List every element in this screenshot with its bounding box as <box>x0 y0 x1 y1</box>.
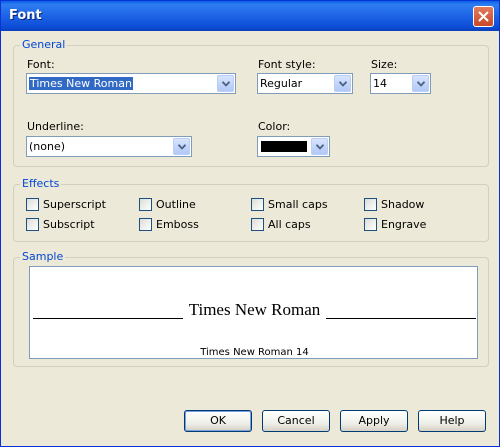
apply-button[interactable]: Apply <box>340 410 408 432</box>
checkbox-box[interactable] <box>251 218 264 231</box>
font-select[interactable]: Times New Roman <box>26 73 236 94</box>
underline-dropdown-button[interactable] <box>173 138 190 155</box>
help-button[interactable]: Help <box>418 410 486 432</box>
effects-group: Effects <box>13 177 489 242</box>
color-select[interactable] <box>257 136 330 157</box>
color-swatch <box>261 141 307 152</box>
size-label: Size: <box>371 58 398 71</box>
size-value: 14 <box>373 77 387 90</box>
all-caps-label[interactable]: All caps <box>268 218 311 231</box>
general-legend: General <box>20 38 68 51</box>
superscript-label[interactable]: Superscript <box>43 198 106 211</box>
font-dropdown-button[interactable] <box>217 75 234 92</box>
checkbox-box[interactable] <box>251 198 264 211</box>
effects-legend: Effects <box>20 177 62 190</box>
chevron-down-icon <box>339 81 347 87</box>
emboss-label[interactable]: Emboss <box>156 218 199 231</box>
font-style-value: Regular <box>260 77 303 90</box>
checkbox-box[interactable] <box>26 218 39 231</box>
cancel-button[interactable]: Cancel <box>262 410 330 432</box>
small-caps-label[interactable]: Small caps <box>268 198 328 211</box>
shadow-label[interactable]: Shadow <box>381 198 424 211</box>
outline-label[interactable]: Outline <box>156 198 196 211</box>
font-select-value: Times New Roman <box>29 77 133 90</box>
chevron-down-icon <box>316 144 324 150</box>
underline-label: Underline: <box>27 120 84 133</box>
checkbox-box[interactable] <box>139 218 152 231</box>
checkbox-box[interactable] <box>364 198 377 211</box>
size-select[interactable]: 14 <box>370 73 431 94</box>
ok-button[interactable]: OK <box>184 410 252 432</box>
underline-value: (none) <box>29 140 66 153</box>
chevron-down-icon <box>222 81 230 87</box>
font-style-select[interactable]: Regular <box>257 73 353 94</box>
checkbox-box[interactable] <box>26 198 39 211</box>
sample-caption: Times New Roman 14 <box>200 347 309 358</box>
font-style-label: Font style: <box>258 58 316 71</box>
subscript-label[interactable]: Subscript <box>43 218 95 231</box>
underline-select[interactable]: (none) <box>26 136 192 157</box>
color-label: Color: <box>258 120 291 133</box>
size-dropdown-button[interactable] <box>412 75 429 92</box>
close-button[interactable] <box>473 6 494 27</box>
engrave-label[interactable]: Engrave <box>381 218 426 231</box>
chevron-down-icon <box>178 144 186 150</box>
sample-legend: Sample <box>20 250 66 263</box>
font-style-dropdown-button[interactable] <box>334 75 351 92</box>
font-label: Font: <box>27 58 55 71</box>
color-dropdown-button[interactable] <box>311 138 328 155</box>
window-title: Font <box>9 8 42 23</box>
title-bar[interactable]: Font <box>1 1 499 31</box>
checkbox-box[interactable] <box>364 218 377 231</box>
chevron-down-icon <box>417 81 425 87</box>
sample-preview-text: Times New Roman <box>186 300 323 319</box>
font-dialog: Font General Font: Times New Roman Font … <box>0 0 500 447</box>
close-icon <box>478 11 489 22</box>
checkbox-box[interactable] <box>139 198 152 211</box>
sample-preview: Times New Roman Times New Roman 14 <box>29 266 478 359</box>
